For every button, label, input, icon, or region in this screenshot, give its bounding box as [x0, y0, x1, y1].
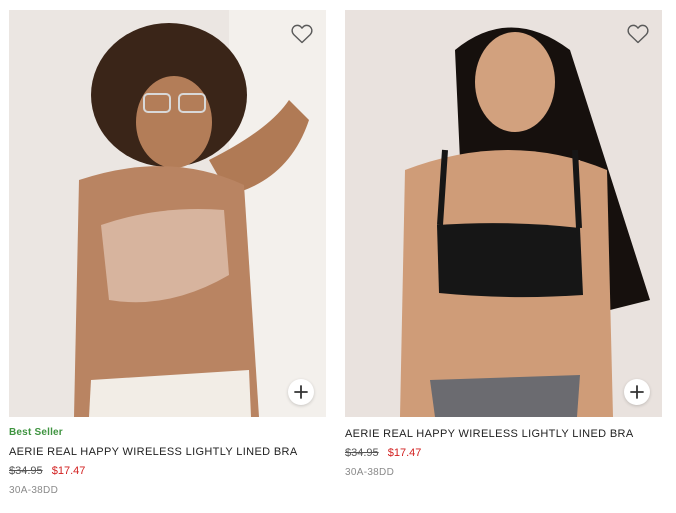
size-range: 30A-38DD	[345, 467, 395, 478]
product-photo	[345, 10, 662, 417]
product-image[interactable]	[9, 10, 326, 417]
size-range: 30A-38DD	[9, 485, 59, 496]
heart-outline-icon[interactable]	[290, 22, 314, 46]
product-card[interactable]: Best Seller AERIE REAL HAPPY WIRELESS LI…	[9, 10, 326, 497]
heart-outline-icon[interactable]	[626, 22, 650, 46]
plus-icon	[630, 385, 644, 399]
product-title[interactable]: AERIE REAL HAPPY WIRELESS LIGHTLY LINED …	[345, 427, 662, 441]
sale-price: $17.47	[51, 465, 86, 477]
best-seller-badge: Best Seller	[9, 427, 63, 438]
product-grid: Best Seller AERIE REAL HAPPY WIRELESS LI…	[0, 0, 676, 513]
product-photo	[9, 10, 326, 417]
original-price: $34.95	[9, 465, 43, 477]
price-row: $34.95 $17.47	[345, 446, 662, 460]
quick-add-button[interactable]	[288, 379, 314, 405]
product-image[interactable]	[345, 10, 662, 417]
product-card[interactable]: AERIE REAL HAPPY WIRELESS LIGHTLY LINED …	[345, 10, 662, 479]
product-info: AERIE REAL HAPPY WIRELESS LIGHTLY LINED …	[345, 417, 662, 479]
product-info: Best Seller AERIE REAL HAPPY WIRELESS LI…	[9, 417, 326, 497]
plus-icon	[294, 385, 308, 399]
sale-price: $17.47	[387, 447, 422, 459]
product-title[interactable]: AERIE REAL HAPPY WIRELESS LIGHTLY LINED …	[9, 445, 326, 459]
price-row: $34.95 $17.47	[9, 464, 326, 478]
original-price: $34.95	[345, 447, 379, 459]
quick-add-button[interactable]	[624, 379, 650, 405]
